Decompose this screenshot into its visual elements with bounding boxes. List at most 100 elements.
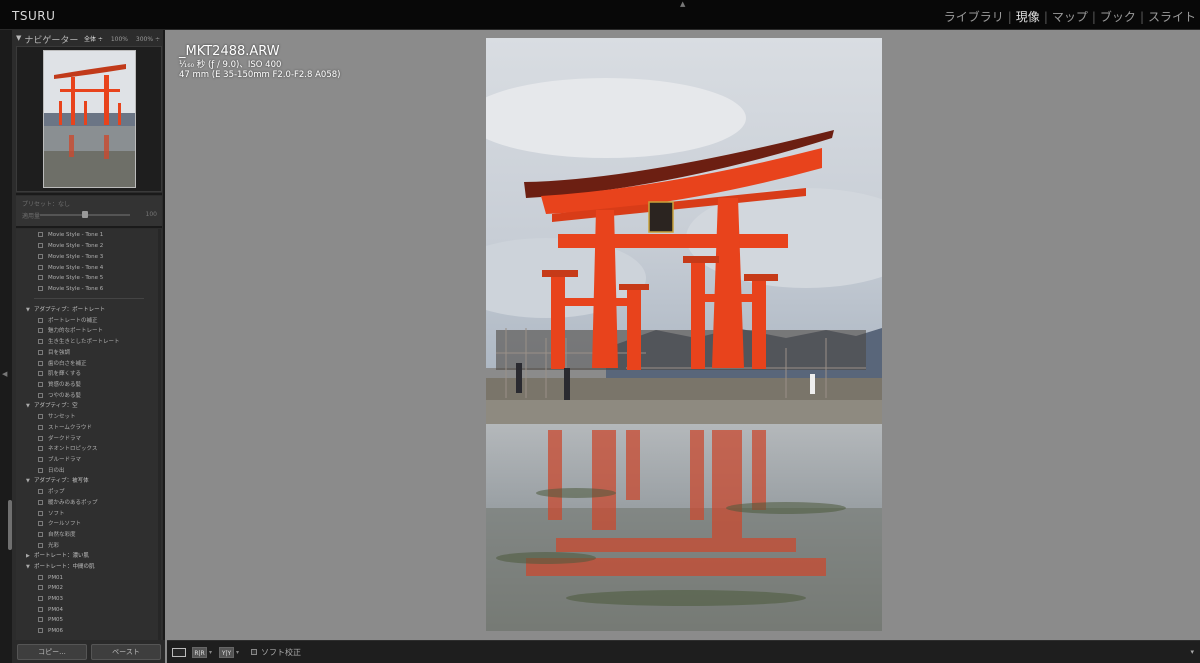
list-item[interactable]: Movie Style - Tone 1 — [38, 230, 103, 240]
preset-icon — [38, 361, 43, 366]
list-item[interactable]: PM05 — [38, 615, 63, 625]
preset-group-portrait[interactable]: ▼ アダプティブ：ポートレート — [26, 305, 105, 315]
list-item[interactable]: ダークドラマ — [38, 434, 81, 444]
left-panel: ▼ ナビゲーター 全体 ÷ 100% 300% ÷ プリセット：なし 適用量 1… — [12, 30, 165, 640]
amount-label: 適用量 — [22, 213, 41, 220]
navigator-thumbnail[interactable] — [43, 50, 136, 188]
navigator-header[interactable]: ▼ ナビゲーター 全体 ÷ 100% 300% ÷ — [16, 30, 162, 46]
preset-icon — [38, 425, 43, 430]
list-item[interactable]: 光彩 — [38, 541, 59, 551]
before-after-button[interactable]: R|R — [192, 647, 207, 658]
list-item[interactable]: Movie Style - Tone 5 — [38, 273, 103, 283]
navigator-thumbnail-image — [44, 51, 135, 187]
list-item[interactable]: PM04 — [38, 605, 63, 615]
preset-icon — [38, 232, 43, 237]
soft-proof-label: ソフト校正 — [261, 648, 301, 657]
collapse-triangle-icon[interactable]: ▼ — [16, 34, 21, 42]
top-panel-toggle-icon[interactable]: ▲ — [680, 0, 685, 8]
preset-icon — [38, 511, 43, 516]
chevron-down-icon[interactable]: ▾ — [209, 647, 212, 658]
preset-icon — [38, 468, 43, 473]
preset-icon — [38, 350, 43, 355]
module-slideshow[interactable]: スライト — [1144, 8, 1200, 25]
soft-proof-checkbox[interactable] — [251, 649, 257, 655]
paste-button[interactable]: ペースト — [91, 644, 161, 660]
list-item[interactable]: ポートレートの補正 — [38, 316, 98, 326]
collapsed-triangle-icon: ▶ — [26, 553, 30, 559]
info-overlay: _MKT2488.ARW ¹⁄₁₆₀ 秒 (ƒ / 9.0)、ISO 400 4… — [179, 44, 340, 80]
list-item[interactable]: Movie Style - Tone 4 — [38, 263, 103, 273]
list-item[interactable]: つやのある髪 — [38, 391, 81, 401]
preset-icon — [38, 243, 43, 248]
preset-group-dark-skin[interactable]: ▶ ポートレート：濃い肌 — [26, 551, 89, 561]
preset-group-subject[interactable]: ▼ アダプティブ：被写体 — [26, 476, 89, 486]
list-item[interactable]: ネオントロピックス — [38, 444, 97, 454]
list-item[interactable]: ブルードラマ — [38, 455, 81, 465]
list-item[interactable]: 質感のある髪 — [38, 380, 81, 390]
top-bar: TSURU ▲ ライブラリ | 現像 | マップ | ブック | スライト — [0, 0, 1200, 30]
preset-icon — [38, 596, 43, 601]
zoom-fit[interactable]: 全体 ÷ — [84, 36, 103, 43]
loupe-view-icon[interactable] — [172, 648, 186, 657]
panel-divider — [16, 193, 162, 195]
main-photo[interactable] — [486, 38, 882, 631]
preset-list-scrollbar[interactable] — [158, 229, 161, 640]
expanded-triangle-icon: ▼ — [26, 307, 30, 313]
preset-group-sky[interactable]: ▼ アダプティブ：空 — [26, 401, 78, 411]
preset-name-label: プリセット：なし — [22, 201, 71, 208]
preset-icon — [38, 628, 43, 633]
expanded-triangle-icon: ▼ — [26, 403, 30, 409]
navigator-preview[interactable] — [16, 46, 162, 192]
list-item[interactable]: クールソフト — [38, 519, 81, 529]
list-item[interactable]: ソフト — [38, 509, 65, 519]
toolbar-menu-chevron-icon[interactable]: ▾ — [1190, 647, 1194, 658]
list-item[interactable]: 歯の白さを補正 — [38, 359, 87, 369]
preset-icon — [38, 617, 43, 622]
list-item[interactable]: 肌を輝くする — [38, 369, 81, 379]
preset-icon — [38, 328, 43, 333]
preset-icon — [38, 446, 43, 451]
list-item[interactable]: PM03 — [38, 594, 63, 604]
preset-icon — [38, 436, 43, 441]
list-item[interactable]: Movie Style - Tone 3 — [38, 252, 103, 262]
module-library[interactable]: ライブラリ — [940, 8, 1008, 25]
list-item[interactable]: 生き生きとしたポートレート — [38, 337, 120, 347]
navigator-zoom-options: 全体 ÷ 100% 300% ÷ — [78, 34, 160, 43]
list-item[interactable]: 自然な彩度 — [38, 530, 76, 540]
preset-icon — [38, 254, 43, 259]
list-item[interactable]: PM06 — [38, 626, 63, 636]
module-book[interactable]: ブック — [1096, 8, 1140, 25]
preset-icon — [38, 286, 43, 291]
preset-icon — [38, 414, 43, 419]
copy-button[interactable]: コピー... — [17, 644, 87, 660]
list-item[interactable]: 日の出 — [38, 466, 65, 476]
preset-icon — [38, 500, 43, 505]
preset-icon — [38, 607, 43, 612]
list-item[interactable]: Movie Style - Tone 2 — [38, 241, 103, 251]
list-divider — [34, 298, 144, 299]
module-map[interactable]: マップ — [1048, 8, 1092, 25]
list-item[interactable]: PM02 — [38, 583, 63, 593]
left-panel-toggle-icon[interactable]: ◀ — [2, 370, 7, 378]
expanded-triangle-icon: ▼ — [26, 564, 30, 570]
preset-icon — [38, 489, 43, 494]
list-item[interactable]: 暖かみのあるポップ — [38, 498, 98, 508]
zoom-100[interactable]: 100% — [111, 36, 128, 43]
list-item[interactable]: PM01 — [38, 573, 63, 583]
expanded-triangle-icon: ▼ — [26, 478, 30, 484]
list-item[interactable]: Movie Style - Tone 6 — [38, 284, 103, 294]
preset-icon — [38, 339, 43, 344]
before-after-mode-button[interactable]: Y|Y — [219, 647, 234, 658]
list-item[interactable]: 魅力的なポートレート — [38, 326, 103, 336]
list-item[interactable]: ストームクラウド — [38, 423, 92, 433]
chevron-down-icon[interactable]: ▾ — [236, 647, 239, 658]
preset-icon — [38, 543, 43, 548]
list-item[interactable]: 目を強調 — [38, 348, 70, 358]
navigator-title: ナビゲーター — [24, 36, 79, 46]
module-develop[interactable]: 現像 — [1012, 8, 1044, 25]
list-item[interactable]: サンセット — [38, 412, 76, 422]
amount-slider-knob[interactable] — [82, 211, 88, 218]
zoom-300[interactable]: 300% ÷ — [136, 36, 160, 43]
list-item[interactable]: ポップ — [38, 487, 65, 497]
preset-group-medium-skin[interactable]: ▼ ポートレート：中間の肌 — [26, 562, 95, 572]
